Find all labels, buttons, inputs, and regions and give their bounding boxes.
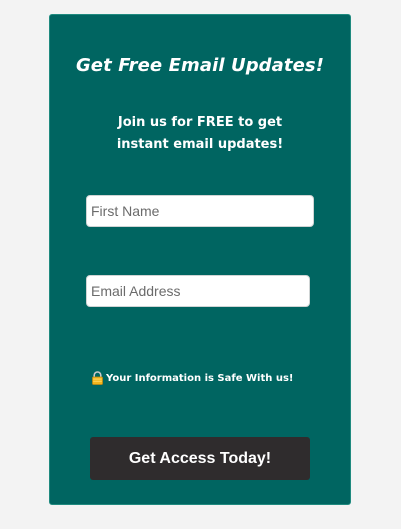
privacy-note-text: Your Information is Safe With us! xyxy=(106,372,294,384)
lock-icon xyxy=(91,371,104,385)
signup-title: Get Free Email Updates! xyxy=(75,55,325,76)
privacy-note: Your Information is Safe With us! xyxy=(91,371,293,385)
signup-subtitle: Join us for FREE to get instant email up… xyxy=(116,115,284,152)
signup-card: Get Free Email Updates! Join us for FREE… xyxy=(49,14,351,505)
email-field[interactable] xyxy=(86,275,310,307)
get-access-button[interactable]: Get Access Today! xyxy=(90,437,310,480)
first-name-field[interactable] xyxy=(86,195,314,227)
